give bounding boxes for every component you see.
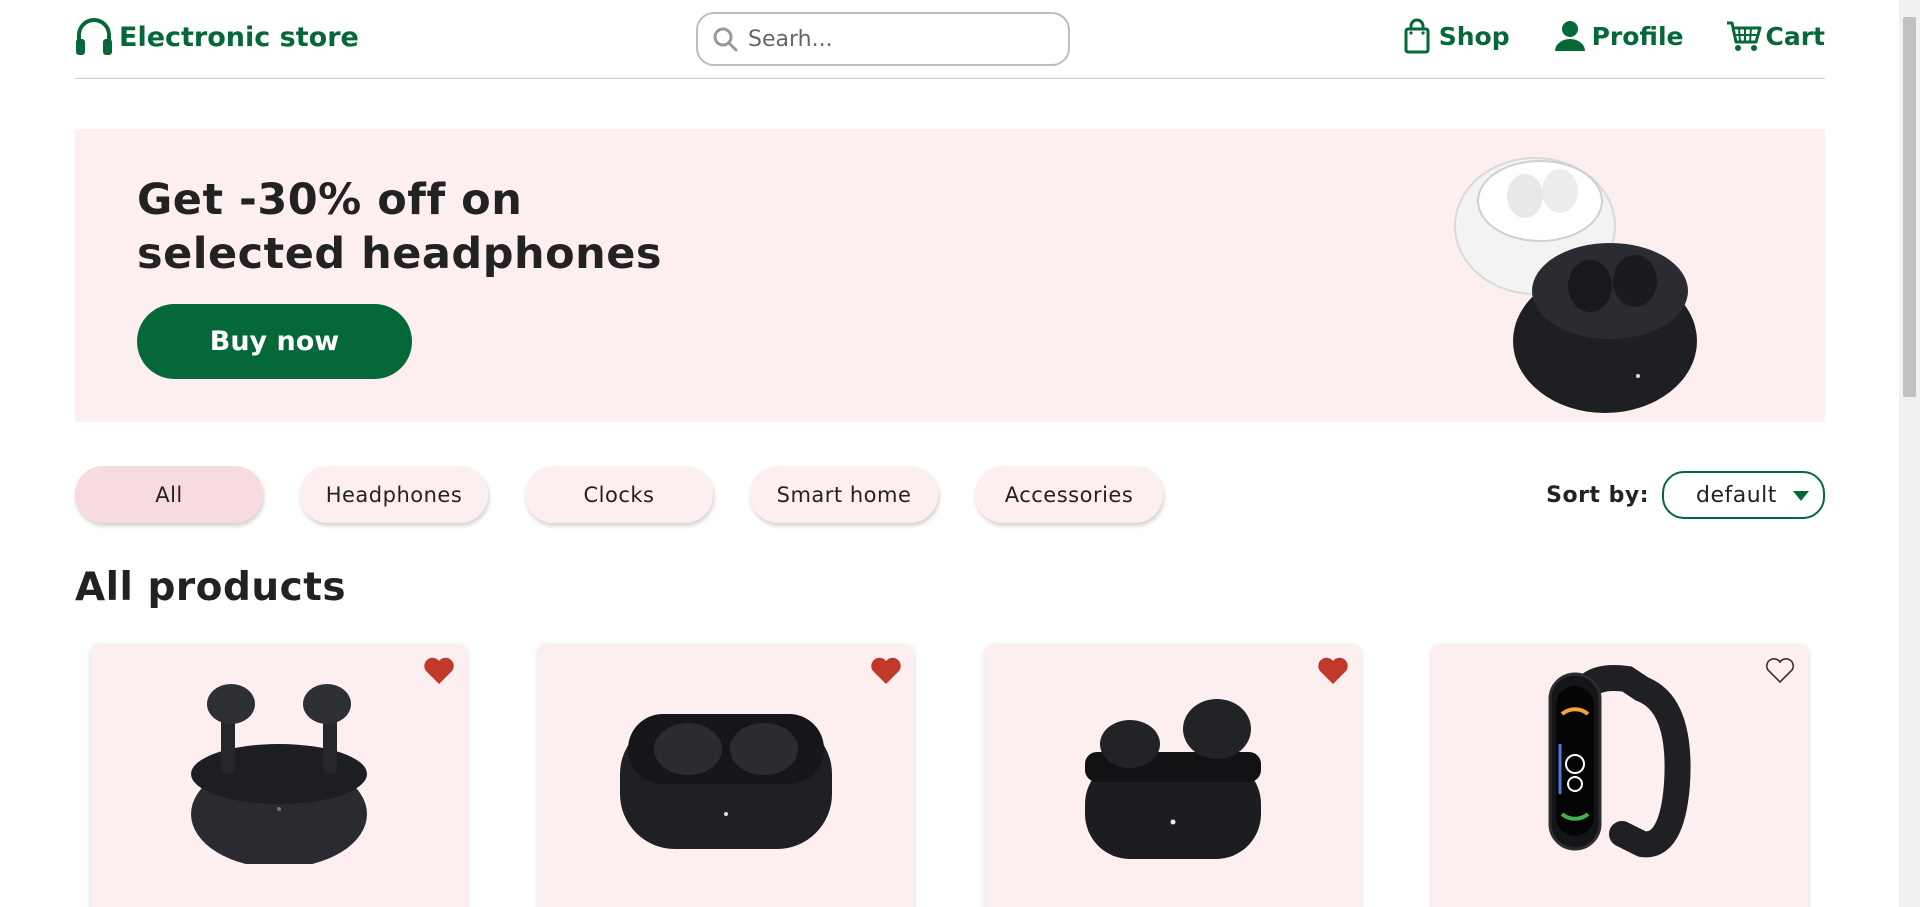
section-title: All products: [75, 565, 347, 610]
sort-control: Sort by: default: [1546, 471, 1825, 519]
sort-select[interactable]: default: [1662, 471, 1825, 519]
promo-banner: Get -30% off on selected headphones Buy …: [75, 129, 1825, 422]
earbuds-case-icon: [620, 714, 832, 849]
filter-headphones[interactable]: Headphones: [300, 466, 488, 523]
nav-shop[interactable]: Shop: [1399, 18, 1510, 54]
logo-text: Electronic store: [119, 21, 359, 53]
search-box[interactable]: [696, 12, 1070, 66]
caret-down-icon: [1793, 491, 1809, 501]
main-nav: Shop Profile Cart: [1357, 18, 1825, 54]
earbuds-banner-image: [1454, 157, 1697, 413]
product-card[interactable]: [985, 644, 1361, 907]
headphones-icon: [76, 18, 112, 55]
filter-all[interactable]: All: [75, 466, 263, 523]
nav-profile[interactable]: Profile: [1552, 18, 1684, 54]
product-grid: [91, 644, 1879, 907]
category-filters: All Headphones Clocks Smart home Accesso…: [75, 466, 1200, 523]
cart-icon: [1726, 21, 1761, 51]
header: Electronic store Shop Profile: [75, 0, 1825, 79]
product-card[interactable]: [538, 644, 914, 907]
filter-smart-home[interactable]: Smart home: [750, 466, 938, 523]
scrollbar-thumb[interactable]: [1903, 17, 1916, 397]
shopping-bag-icon: [1404, 18, 1430, 54]
user-icon: [1554, 21, 1585, 51]
page-scrollbar[interactable]: [1899, 0, 1920, 907]
earbuds-compact-icon: [1085, 699, 1261, 859]
smart-band-icon: [1548, 665, 1691, 858]
logo[interactable]: Electronic store: [75, 17, 359, 57]
banner-headline-line2: selected headphones: [137, 229, 662, 279]
nav-cart[interactable]: Cart: [1726, 18, 1826, 54]
filter-accessories[interactable]: Accessories: [975, 466, 1163, 523]
product-card[interactable]: [1432, 644, 1808, 907]
banner-headline-line1: Get -30% off on: [137, 175, 523, 225]
search-input[interactable]: [748, 26, 1048, 52]
buy-now-button[interactable]: Buy now: [137, 304, 412, 379]
filter-clocks[interactable]: Clocks: [525, 466, 713, 523]
nav-cart-label: Cart: [1765, 21, 1826, 51]
banner-headline: Get -30% off on selected headphones: [137, 173, 737, 281]
product-card[interactable]: [91, 644, 467, 907]
earbuds-case-open-icon: [191, 684, 367, 864]
sort-value: default: [1696, 482, 1777, 508]
sort-label: Sort by:: [1546, 482, 1649, 508]
search-icon: [713, 27, 738, 52]
nav-profile-label: Profile: [1591, 21, 1684, 51]
nav-shop-label: Shop: [1438, 21, 1510, 51]
